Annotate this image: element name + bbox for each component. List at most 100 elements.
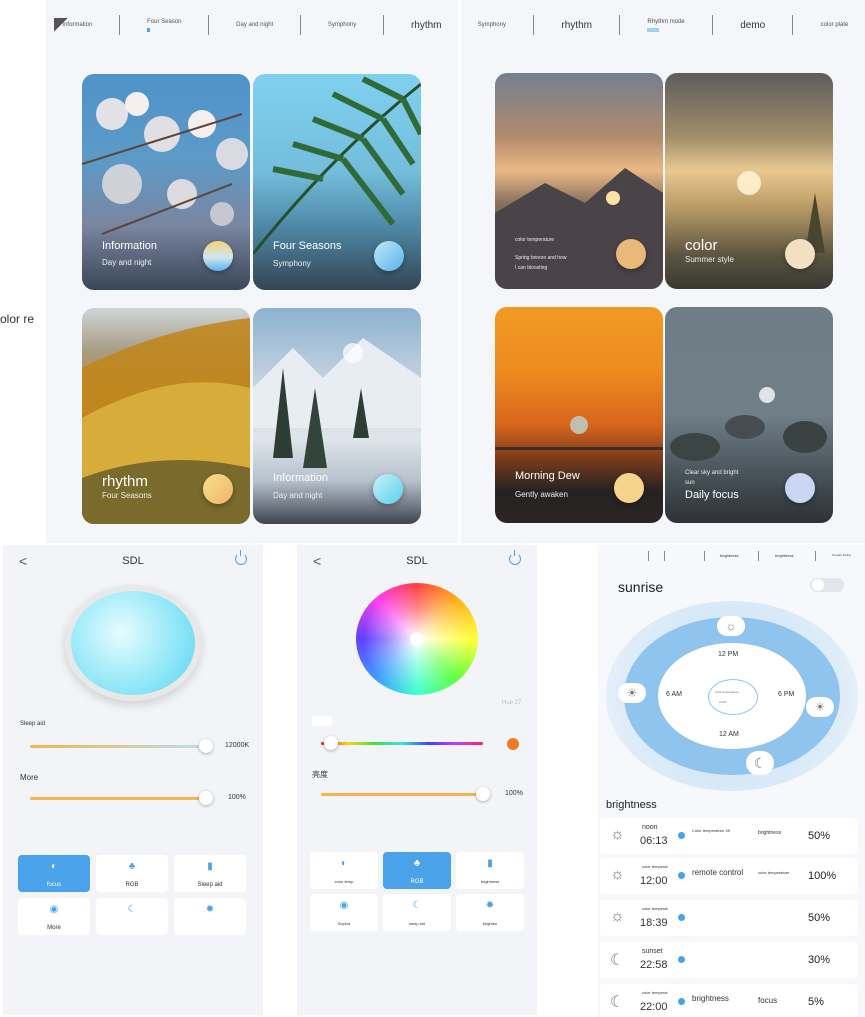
schedule-row[interactable]: ☼ color temperat 18:39 50% — [600, 900, 858, 936]
card-color-temperature[interactable]: color temperature Spring breeze and how … — [495, 73, 663, 289]
color-swatch[interactable] — [507, 738, 519, 750]
moon-button[interactable]: ☾ — [96, 898, 168, 935]
card-color[interactable]: color Summer style — [665, 73, 833, 289]
page-title: SDL — [406, 555, 428, 567]
left-panel: Information Four Season Day and night Sy… — [46, 0, 458, 543]
card-daily-focus[interactable]: Clear sky and bright sun Daily focus — [665, 307, 833, 523]
color-dot[interactable] — [373, 474, 403, 504]
color-dot[interactable] — [785, 473, 815, 503]
card-caption: color temperature — [515, 237, 555, 243]
hue-slider[interactable] — [321, 742, 483, 745]
focus-button[interactable]: ◐ focus — [18, 855, 90, 892]
tab-current-timing[interactable]: Current timing — [832, 553, 862, 557]
card-title: color — [685, 237, 718, 254]
tab-divider — [758, 551, 759, 561]
settings-button[interactable]: ✹ — [174, 898, 246, 935]
tab-demo[interactable]: demo — [734, 20, 771, 31]
light-circle — [71, 591, 195, 695]
tab-symphony[interactable]: Symphony — [322, 22, 362, 28]
dial-label-right: 6 PM — [778, 691, 795, 698]
card-information-2[interactable]: Information Day and night — [253, 308, 421, 524]
tab-divider — [533, 15, 535, 35]
card-rhythm[interactable]: rhythm Four Seasons — [82, 308, 250, 524]
eye-icon: ◉ — [339, 900, 349, 911]
sleep-aid-button[interactable]: ☾ sleep aid — [383, 894, 451, 931]
more-button[interactable]: ◉ More — [18, 898, 90, 935]
slider-knob[interactable] — [199, 791, 213, 805]
schedule-row[interactable]: ☾ sunset 22:58 30% — [600, 942, 858, 978]
sunset-icon: ☼ — [610, 908, 625, 925]
slider-value: 100% — [228, 794, 246, 801]
tab-information[interactable]: Information — [54, 18, 98, 32]
tab-rhythm[interactable]: rhythm — [405, 20, 448, 31]
dial-label-bottom: 12 AM — [719, 731, 739, 738]
card-information-1[interactable]: Information Day and night — [82, 74, 250, 290]
toggle-knob — [812, 579, 824, 591]
card-four-seasons[interactable]: Four Seasons Symphony — [253, 74, 421, 290]
brightness-button[interactable]: ▮ brightness — [456, 852, 524, 889]
mode-button[interactable]: ◉ Sophia — [310, 894, 378, 931]
rgb-button[interactable]: ♣ RGB — [383, 852, 451, 889]
color-dot[interactable] — [203, 241, 233, 271]
dial-label-left: 6 AM — [666, 691, 682, 698]
color-wheel[interactable] — [356, 583, 478, 695]
tab-indicator — [147, 27, 151, 32]
card-subtitle: Summer style — [685, 255, 734, 264]
slider-knob[interactable] — [324, 736, 338, 750]
brighten-button[interactable]: ✹ brighten — [456, 894, 524, 931]
toggle-switch[interactable] — [810, 578, 844, 592]
color-picker-handle[interactable] — [410, 632, 424, 646]
eye-icon: ◉ — [49, 904, 59, 915]
sunrise-icon: ☼ — [610, 826, 625, 843]
tab-divider — [664, 551, 665, 561]
tab-brightness[interactable]: brightness — [775, 553, 793, 558]
tab-divider — [619, 15, 621, 35]
hue-field — [312, 716, 332, 726]
tab-divider — [815, 551, 816, 561]
card-subtitle: Day and night — [102, 258, 152, 267]
tab-rhythm-mode[interactable]: Rhythm mode — [641, 19, 690, 32]
schedule-row[interactable]: ☼ noon 06:13 Color temperature 3K bright… — [600, 818, 858, 854]
moon-icon[interactable]: ☾ — [746, 751, 774, 775]
color-dot[interactable] — [785, 239, 815, 269]
power-icon[interactable] — [509, 550, 521, 565]
tab-four-season[interactable]: Four Season — [141, 19, 187, 32]
color-dot[interactable] — [203, 474, 233, 504]
card-morning-dew[interactable]: Morning Dew Gently awaken — [495, 307, 663, 523]
light-preview — [65, 585, 201, 701]
card-title: Daily focus — [685, 489, 739, 501]
temperature-slider[interactable] — [30, 745, 210, 748]
tab-rhythm[interactable]: rhythm — [555, 20, 598, 31]
palette-icon: ♣ — [413, 858, 421, 869]
card-line: Spring breeze and how — [515, 255, 567, 261]
brightness-slider[interactable] — [30, 797, 210, 800]
card-subtitle: Symphony — [273, 259, 311, 268]
schedule-row[interactable]: ☼ color temperat 12:00 remote control co… — [600, 858, 858, 894]
right-panel: Symphony rhythm Rhythm mode demo color p… — [461, 0, 865, 543]
card-title: rhythm — [102, 473, 148, 490]
dial-inner: 12 PM 6 AM 6 PM 12 AM color temperature … — [658, 643, 806, 749]
sunset-icon[interactable]: ☀ — [806, 697, 834, 717]
color-dot[interactable] — [614, 473, 644, 503]
rgb-button[interactable]: ♣ RGB — [96, 855, 168, 892]
sun-icon[interactable]: ☼ — [717, 616, 745, 636]
card-line: sun — [685, 480, 695, 486]
color-dot[interactable] — [616, 239, 646, 269]
time-dial[interactable]: 12 PM 6 AM 6 PM 12 AM color temperature … — [606, 601, 858, 791]
tab-day-night[interactable]: Day and night — [230, 22, 279, 28]
color-dot[interactable] — [374, 241, 404, 271]
tab-brightness[interactable]: brightness — [720, 553, 738, 558]
schedule-row[interactable]: ☾ color temperat 22:00 brightness focus … — [600, 984, 858, 1017]
brightness-slider[interactable] — [321, 793, 489, 796]
slider-knob[interactable] — [199, 739, 213, 753]
power-icon[interactable] — [235, 550, 247, 565]
color-temp-button[interactable]: ◐ color temp — [310, 852, 378, 889]
sleep-aid-button[interactable]: ▮ Sleep aid — [174, 855, 246, 892]
slider-knob[interactable] — [476, 787, 490, 801]
dial-ring: 12 PM 6 AM 6 PM 12 AM color temperature … — [624, 617, 840, 775]
tab-symphony[interactable]: Symphony — [472, 22, 512, 28]
tab-divider — [119, 15, 121, 35]
sunrise-icon[interactable]: ☀ — [618, 683, 646, 703]
contrast-icon: ◐ — [340, 858, 348, 869]
tab-color-plate[interactable]: color plate — [815, 22, 855, 28]
